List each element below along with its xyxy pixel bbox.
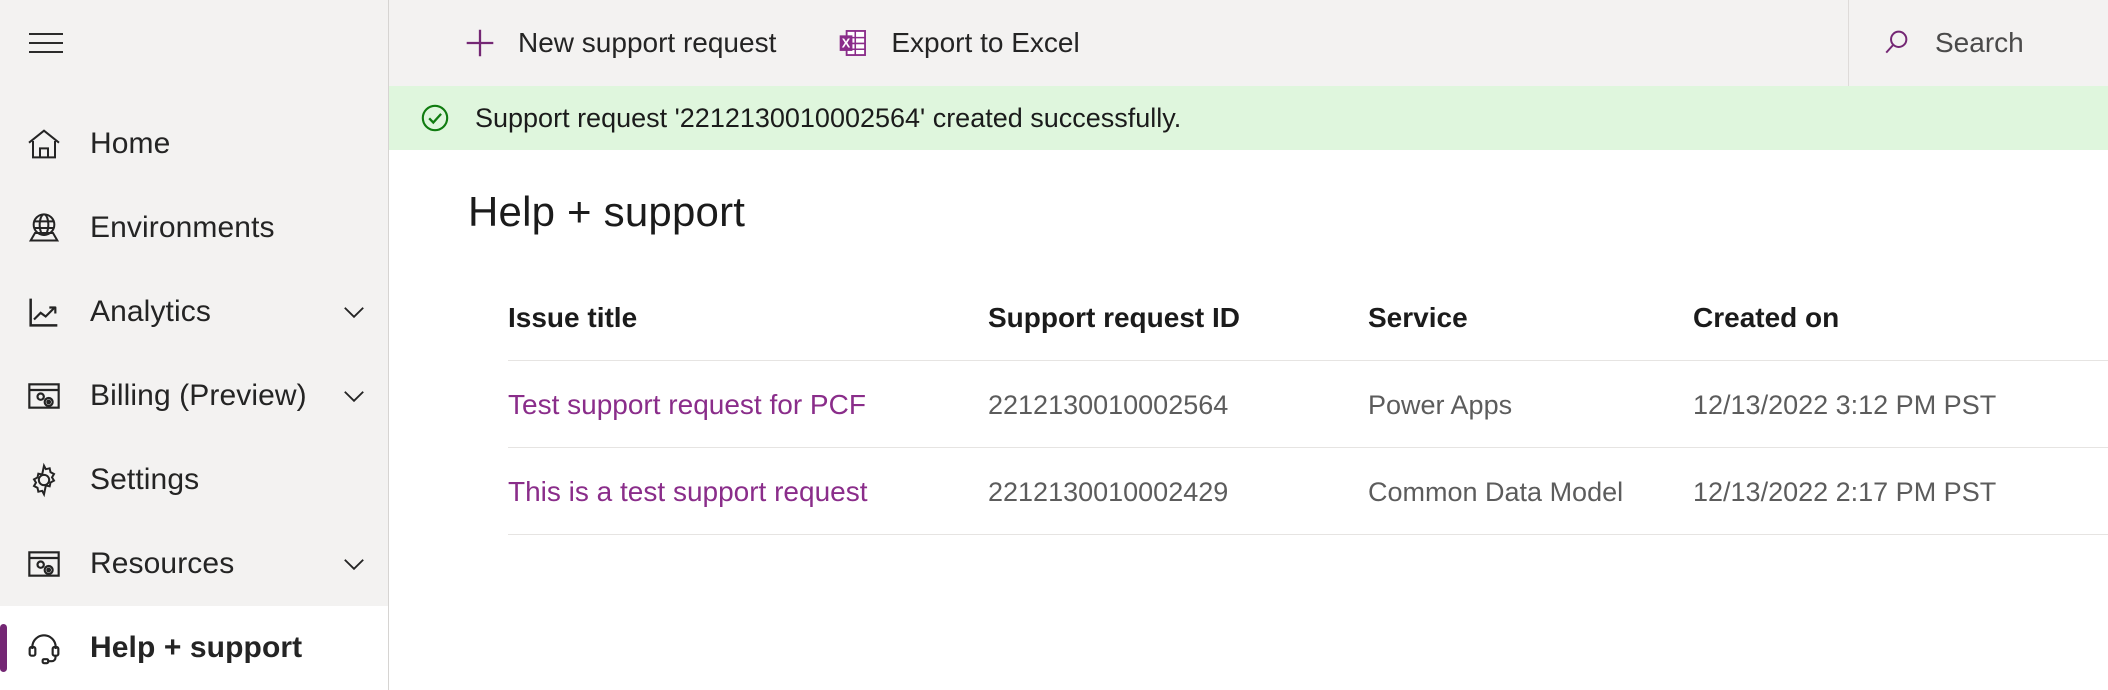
sidebar-item-analytics[interactable]: Analytics xyxy=(0,270,388,354)
command-bar: New support request X Export to Excel Se… xyxy=(389,0,2108,86)
main-region: New support request X Export to Excel Se… xyxy=(389,0,2108,690)
issue-title-link[interactable]: This is a test support request xyxy=(508,476,868,507)
sidebar-item-settings[interactable]: Settings xyxy=(0,438,388,522)
cell-issue-title: This is a test support request xyxy=(508,447,988,535)
column-header-support-request-id[interactable]: Support request ID xyxy=(988,302,1368,361)
success-banner-message: Support request '2212130010002564' creat… xyxy=(475,102,1182,133)
sidebar-item-label: Billing (Preview) xyxy=(90,379,307,412)
resources-icon xyxy=(20,540,68,588)
cell-created-on: 12/13/2022 2:17 PM PST xyxy=(1693,447,2108,535)
sidebar-item-label: Help + support xyxy=(90,631,303,664)
sidebar-item-environments[interactable]: Environments xyxy=(0,186,388,270)
search-box[interactable]: Search xyxy=(1848,0,2108,86)
support-requests-table: Issue title Support request ID Service C… xyxy=(508,302,2108,535)
new-support-request-label: New support request xyxy=(518,27,777,58)
cell-support-request-id: 2212130010002429 xyxy=(988,447,1368,535)
sidebar-item-billing[interactable]: Billing (Preview) xyxy=(0,354,388,438)
column-header-service[interactable]: Service xyxy=(1368,302,1693,361)
sidebar-item-label: Home xyxy=(90,127,171,160)
app-root: Home Environments Analytics Billing (Pre… xyxy=(0,0,2108,690)
chart-icon xyxy=(20,288,68,336)
table-body: Test support request for PCF 22121300100… xyxy=(508,360,2108,535)
new-support-request-button[interactable]: New support request xyxy=(445,12,790,74)
export-to-excel-button[interactable]: X Export to Excel xyxy=(818,12,1093,74)
success-banner: Support request '2212130010002564' creat… xyxy=(389,86,2108,150)
table-head: Issue title Support request ID Service C… xyxy=(508,302,2108,361)
chevron-down-icon[interactable] xyxy=(334,292,374,332)
page-title: Help + support xyxy=(468,188,746,235)
globe-icon xyxy=(20,204,68,252)
excel-icon: X xyxy=(832,22,874,64)
sidebar-item-help-support[interactable]: Help + support xyxy=(0,606,388,690)
cell-created-on: 12/13/2022 3:12 PM PST xyxy=(1693,360,2108,448)
search-placeholder: Search xyxy=(1935,27,2024,58)
page-content: Help + support Issue title Support reque… xyxy=(389,150,2108,690)
sidebar-item-home[interactable]: Home xyxy=(0,102,388,186)
table-header-row: Issue title Support request ID Service C… xyxy=(508,302,2108,361)
headset-icon xyxy=(20,624,68,672)
export-to-excel-label: Export to Excel xyxy=(891,27,1080,58)
issue-title-link[interactable]: Test support request for PCF xyxy=(508,389,866,420)
sidebar-item-label: Resources xyxy=(90,547,235,580)
home-icon xyxy=(20,120,68,168)
hamburger-icon xyxy=(29,33,63,55)
sidebar-item-label: Settings xyxy=(90,463,200,496)
cell-issue-title: Test support request for PCF xyxy=(508,360,988,448)
hamburger-menu-button[interactable] xyxy=(10,8,82,80)
table-row: This is a test support request 221213001… xyxy=(508,447,2108,535)
support-requests-table-wrapper: Issue title Support request ID Service C… xyxy=(508,302,2108,535)
cell-service: Common Data Model xyxy=(1368,447,1693,535)
plus-icon xyxy=(459,22,501,64)
sidebar-item-resources[interactable]: Resources xyxy=(0,522,388,606)
cell-support-request-id: 2212130010002564 xyxy=(988,360,1368,448)
chevron-down-icon[interactable] xyxy=(334,544,374,584)
billing-icon xyxy=(20,372,68,420)
column-header-created-on[interactable]: Created on xyxy=(1693,302,2108,361)
sidebar-nav-list: Home Environments Analytics Billing (Pre… xyxy=(0,102,388,690)
gear-icon xyxy=(20,456,68,504)
selection-indicator xyxy=(0,624,7,672)
sidebar-item-label: Environments xyxy=(90,211,275,244)
sidebar-item-label: Analytics xyxy=(90,295,211,328)
column-header-issue-title[interactable]: Issue title xyxy=(508,302,988,361)
svg-text:X: X xyxy=(842,35,851,50)
chevron-down-icon[interactable] xyxy=(334,376,374,416)
sidebar: Home Environments Analytics Billing (Pre… xyxy=(0,0,389,690)
search-icon xyxy=(1877,23,1917,63)
cell-service: Power Apps xyxy=(1368,360,1693,448)
check-circle-icon xyxy=(415,98,455,138)
table-row: Test support request for PCF 22121300100… xyxy=(508,360,2108,448)
